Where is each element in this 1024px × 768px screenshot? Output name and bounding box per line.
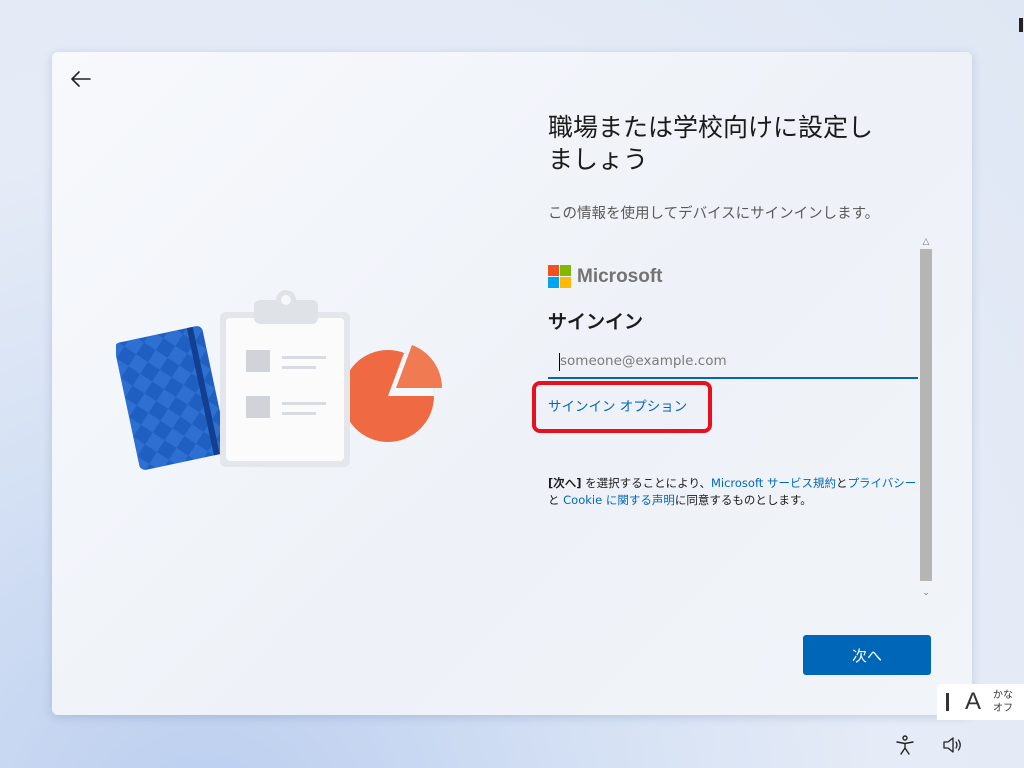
page-title: 職場または学校向けに設定し ましょう	[548, 112, 928, 176]
work-setup-illustration	[116, 290, 442, 470]
notebook-icon	[116, 326, 228, 470]
ime-grip-handle[interactable]	[946, 693, 949, 711]
signin-heading: サインイン	[548, 311, 644, 333]
ime-input-mode[interactable]: A	[965, 688, 981, 716]
terms-next-bold: [次へ]	[548, 476, 582, 490]
ime-kana-line1: かな	[993, 690, 1014, 701]
page-title-line2: ましょう	[548, 145, 649, 174]
scroll-down-icon[interactable]: ⌄	[918, 586, 934, 600]
microsoft-wordmark: Microsoft	[577, 265, 663, 287]
terms-text-1: を選択することにより、	[581, 476, 711, 490]
privacy-cookie-link[interactable]: Cookie に関する声明	[563, 493, 675, 507]
signin-panel: Microsoft サインイン サインイン オプション [次へ] を選択すること…	[532, 235, 934, 600]
terms-and: と	[835, 476, 848, 490]
scroll-up-icon[interactable]: △	[918, 235, 934, 249]
microsoft-logo: Microsoft	[548, 265, 663, 288]
pie-chart-icon	[342, 345, 442, 442]
terms-text: [次へ] を選択することにより、Microsoft サービス規約とプライバシー …	[548, 475, 924, 509]
terms-line2-prefix: と	[548, 493, 564, 507]
panel-scrollbar[interactable]: △ ⌄	[918, 235, 934, 600]
oobe-window: 職場または学校向けに設定し ましょう この情報を使用してデバイスにサインインしま…	[52, 52, 972, 715]
accessibility-icon[interactable]	[894, 734, 916, 756]
volume-icon[interactable]	[941, 734, 963, 756]
email-field[interactable]	[548, 345, 918, 379]
terms-text-2: に同意するものとします。	[674, 493, 812, 507]
ime-kana-toggle[interactable]: かな オフ	[993, 689, 1013, 715]
privacy-link-part1[interactable]: プライバシー	[847, 476, 916, 490]
screen-edge-mark	[1019, 18, 1023, 32]
back-arrow-icon	[71, 71, 91, 87]
ime-kana-line2: オフ	[993, 703, 1014, 714]
text-cursor	[559, 353, 560, 371]
page-title-line1: 職場または学校向けに設定し	[548, 113, 874, 142]
services-agreement-link[interactable]: Microsoft サービス規約	[711, 476, 836, 490]
back-button[interactable]	[66, 66, 96, 92]
clipboard-icon	[220, 290, 350, 467]
next-button[interactable]: 次へ	[803, 635, 931, 675]
scrollbar-thumb[interactable]	[920, 249, 932, 581]
microsoft-logo-icon	[548, 265, 571, 288]
signin-options-link[interactable]: サインイン オプション	[548, 395, 687, 415]
ime-toolbar[interactable]: A かな オフ	[937, 684, 1024, 720]
page-subtitle: この情報を使用してデバイスにサインインします。	[548, 206, 880, 222]
